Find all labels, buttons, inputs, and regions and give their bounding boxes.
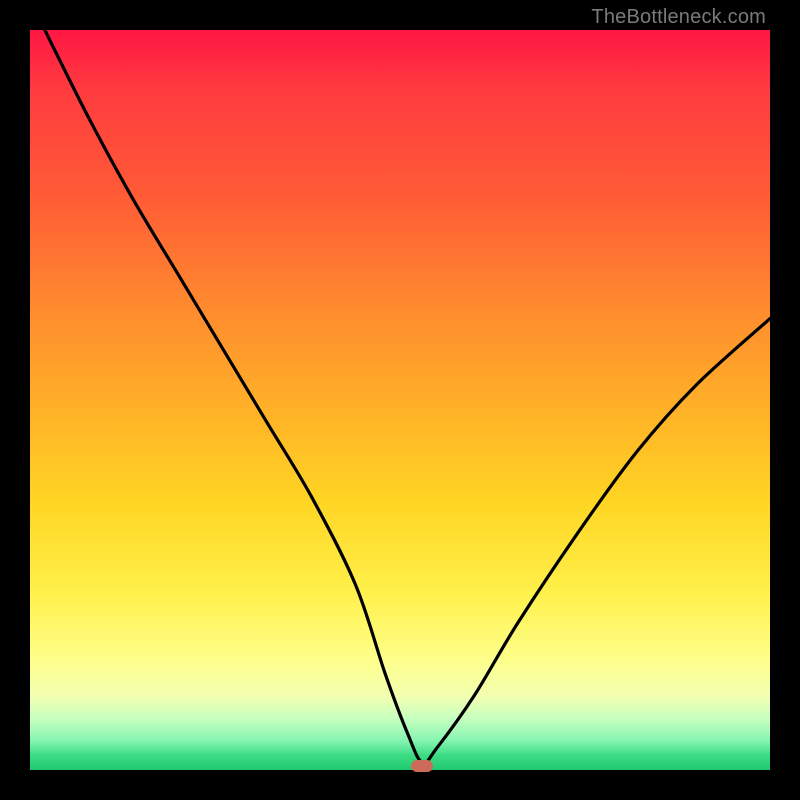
minimum-marker	[411, 760, 433, 772]
watermark-text: TheBottleneck.com	[591, 6, 766, 29]
chart-frame: TheBottleneck.com	[0, 0, 800, 800]
plot-area	[30, 30, 770, 770]
bottleneck-curve	[30, 30, 770, 770]
